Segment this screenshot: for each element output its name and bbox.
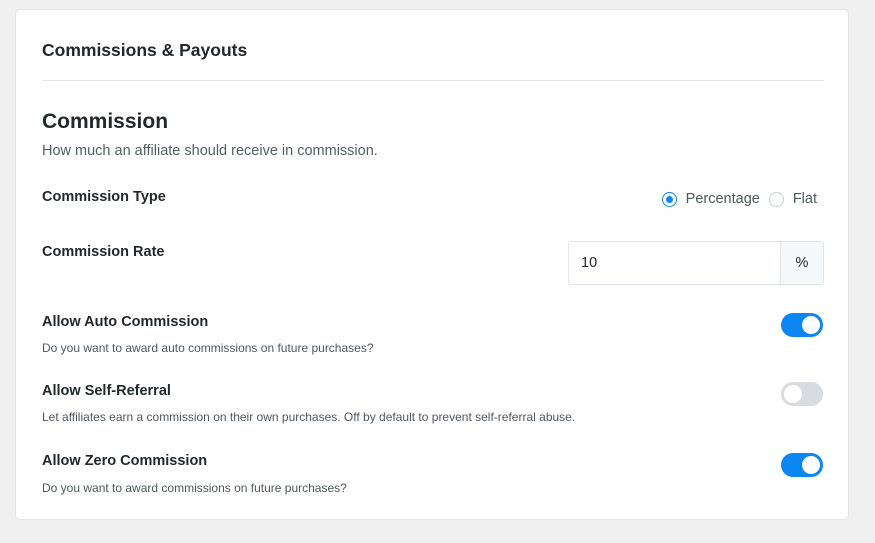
zero-commission-help: Do you want to award commissions on futu… bbox=[42, 481, 347, 495]
commission-rate-input[interactable] bbox=[569, 242, 780, 284]
toggle-knob bbox=[802, 316, 820, 334]
toggle-knob bbox=[802, 456, 820, 474]
settings-card: Commissions & Payouts Commission How muc… bbox=[15, 9, 849, 520]
radio-flat-label: Flat bbox=[792, 191, 817, 207]
toggle-knob bbox=[784, 385, 802, 403]
auto-commission-help: Do you want to award auto commissions on… bbox=[42, 341, 374, 355]
section-title: Commission bbox=[42, 110, 169, 133]
radio-percentage-label: Percentage bbox=[685, 191, 760, 207]
commission-rate-label: Commission Rate bbox=[42, 244, 165, 260]
radio-flat-indicator[interactable] bbox=[768, 191, 784, 207]
self-referral-help: Let affiliates earn a commission on thei… bbox=[42, 410, 576, 424]
radio-percentage[interactable]: Percentage bbox=[661, 191, 760, 207]
commission-type-radio-group: Percentage Flat bbox=[661, 191, 817, 207]
zero-commission-toggle[interactable] bbox=[781, 453, 823, 477]
section-description: How much an affiliate should receive in … bbox=[42, 143, 378, 159]
auto-commission-label: Allow Auto Commission bbox=[42, 314, 209, 330]
radio-flat[interactable]: Flat bbox=[768, 191, 817, 207]
zero-commission-label: Allow Zero Commission bbox=[42, 453, 208, 469]
self-referral-toggle[interactable] bbox=[781, 382, 823, 406]
commission-type-label: Commission Type bbox=[42, 189, 166, 205]
commission-rate-input-group: % bbox=[568, 241, 824, 285]
auto-commission-toggle[interactable] bbox=[781, 313, 823, 337]
card-title: Commissions & Payouts bbox=[42, 40, 248, 60]
percent-suffix: % bbox=[780, 242, 823, 284]
radio-percentage-indicator[interactable] bbox=[661, 191, 677, 207]
self-referral-label: Allow Self-Referral bbox=[42, 383, 171, 399]
divider bbox=[42, 80, 824, 81]
